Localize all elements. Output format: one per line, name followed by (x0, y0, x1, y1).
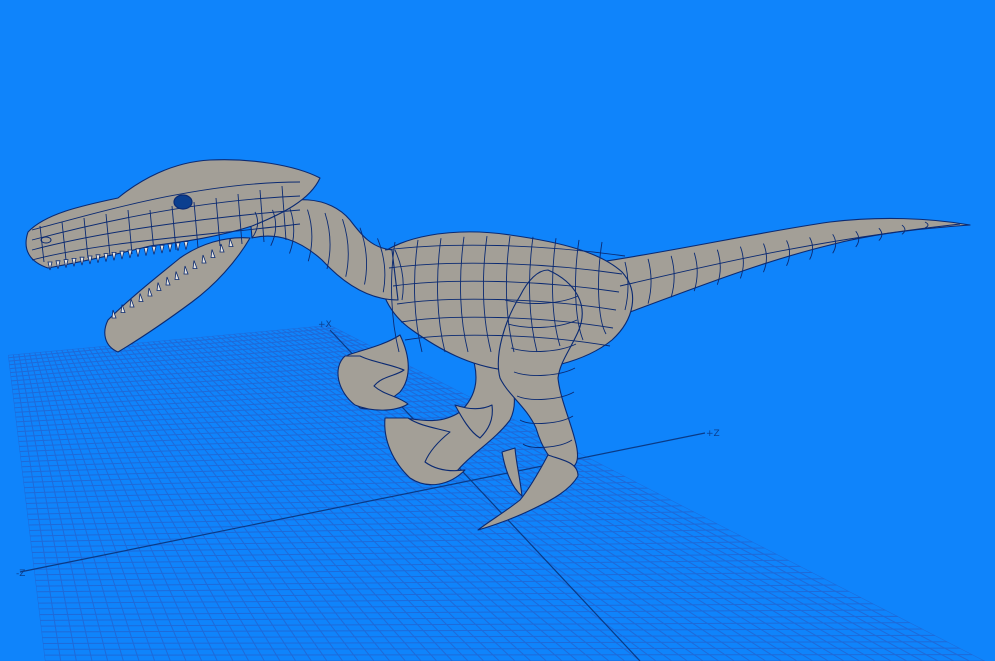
viewport-canvas[interactable]: +X +Z -Z (0, 0, 995, 661)
z-axis-plus-label: +Z (706, 429, 720, 439)
3d-viewport[interactable]: +X +Z -Z (0, 0, 995, 661)
raptor-tail[interactable] (599, 217, 971, 313)
raptor-eye (173, 194, 193, 210)
z-axis-minus-label: -Z (16, 569, 25, 579)
x-axis-label: +X (318, 320, 332, 330)
